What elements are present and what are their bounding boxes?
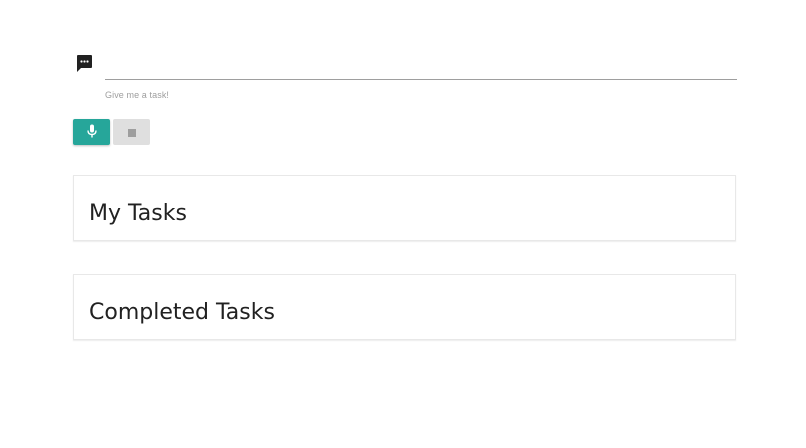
microphone-icon [86, 124, 97, 141]
stop-icon [127, 125, 136, 140]
my-tasks-title: My Tasks [89, 201, 187, 226]
stop-voice-button[interactable] [113, 119, 150, 145]
task-input-row [73, 52, 737, 82]
my-tasks-card: My Tasks [73, 175, 736, 241]
completed-tasks-title: Completed Tasks [89, 300, 275, 325]
completed-tasks-card: Completed Tasks [73, 274, 736, 340]
task-input[interactable] [105, 52, 737, 80]
page: Give me a task! My Tasks Completed Tasks [0, 0, 806, 448]
task-input-helper-text: Give me a task! [105, 90, 170, 100]
chat-bubble-icon [75, 54, 93, 74]
start-voice-button[interactable] [73, 119, 110, 145]
